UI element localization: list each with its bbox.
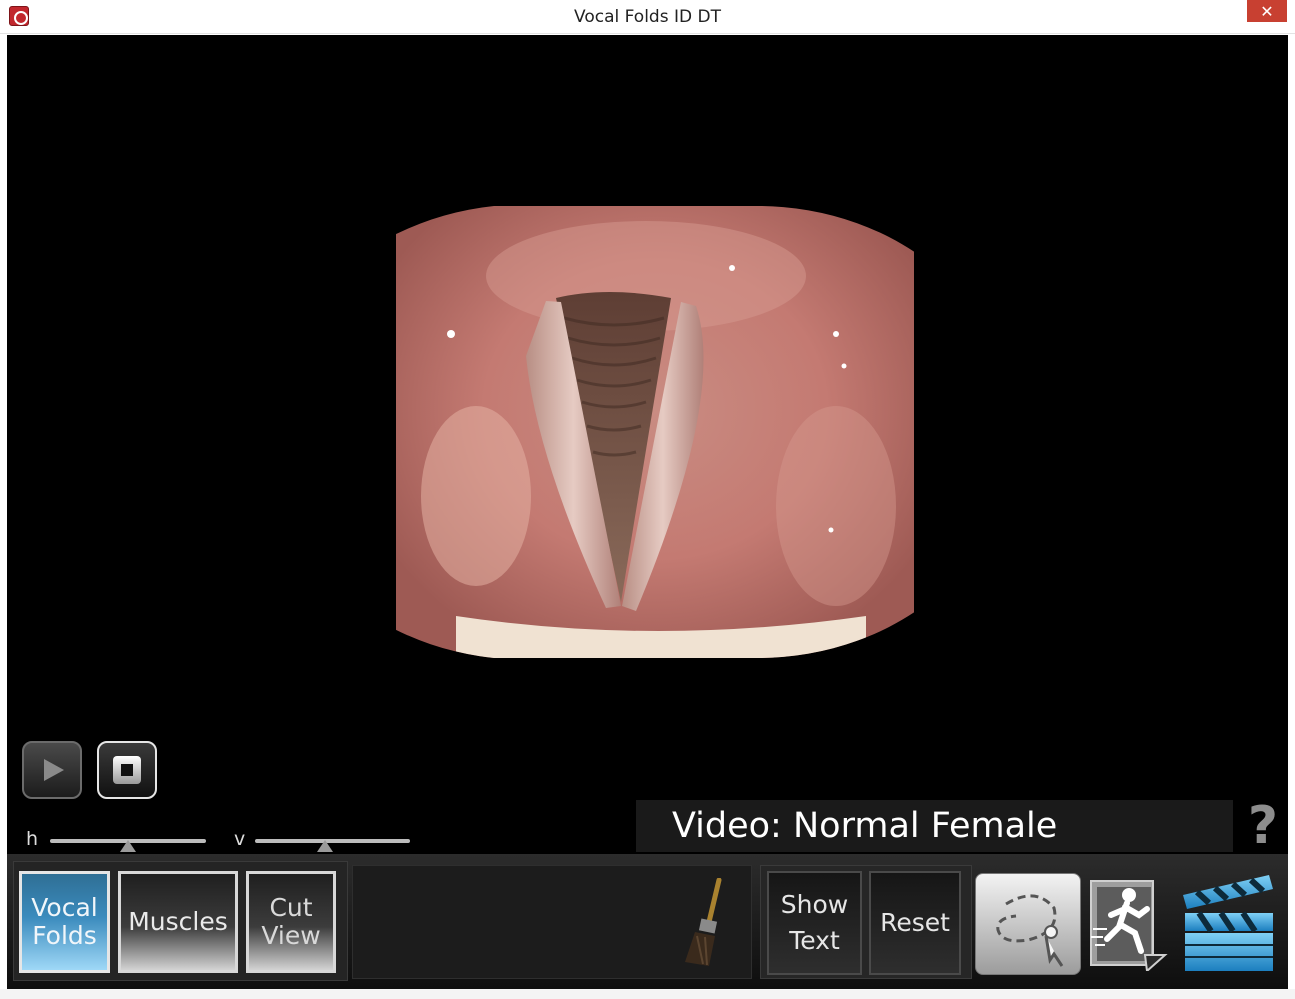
window-bottom-border	[0, 989, 1295, 999]
show-text-button[interactable]: Show Text	[767, 871, 862, 975]
tab-vocal-folds-line2: Folds	[32, 921, 97, 950]
tab-muscles-label: Muscles	[128, 907, 228, 936]
close-button[interactable]: ✕	[1247, 0, 1287, 22]
tab-muscles[interactable]: Muscles	[118, 871, 238, 973]
play-icon	[44, 759, 64, 781]
paintbrush-icon[interactable]	[679, 878, 727, 968]
reset-button[interactable]: Reset	[869, 871, 961, 975]
v-slider-label: v	[234, 828, 246, 850]
lasso-tool-button[interactable]	[975, 873, 1081, 975]
clapperboard-icon	[1183, 875, 1273, 971]
app-canvas: h v Video: Normal Female ? Vocal Folds Mu…	[7, 35, 1288, 989]
show-text-line1: Show	[780, 890, 849, 919]
tab-cut-view-line1: Cut	[269, 893, 313, 922]
v-slider-thumb[interactable]	[316, 840, 333, 852]
play-button[interactable]	[22, 741, 82, 799]
tab-cut-view[interactable]: Cut View	[246, 871, 336, 973]
running-figure-button[interactable]	[1089, 877, 1169, 974]
tab-cut-view-line2: View	[261, 921, 321, 950]
show-text-line2: Text	[789, 926, 840, 955]
help-icon[interactable]: ?	[1241, 797, 1285, 855]
title-bar: Vocal Folds ID DT ✕	[0, 0, 1295, 34]
laryngoscope-video	[396, 206, 914, 658]
stop-icon	[113, 756, 141, 784]
tab-vocal-folds[interactable]: Vocal Folds	[19, 871, 110, 973]
h-slider-thumb[interactable]	[120, 840, 136, 852]
tab-vocal-folds-line1: Vocal	[31, 893, 98, 922]
h-slider-label: h	[26, 828, 39, 850]
lasso-pointer-icon	[996, 894, 1064, 967]
running-figure-icon	[1090, 880, 1168, 974]
window-title: Vocal Folds ID DT	[574, 7, 721, 27]
video-caption: Video: Normal Female	[636, 800, 1233, 852]
stop-button[interactable]	[97, 741, 157, 799]
clapperboard-button[interactable]	[1177, 873, 1277, 973]
